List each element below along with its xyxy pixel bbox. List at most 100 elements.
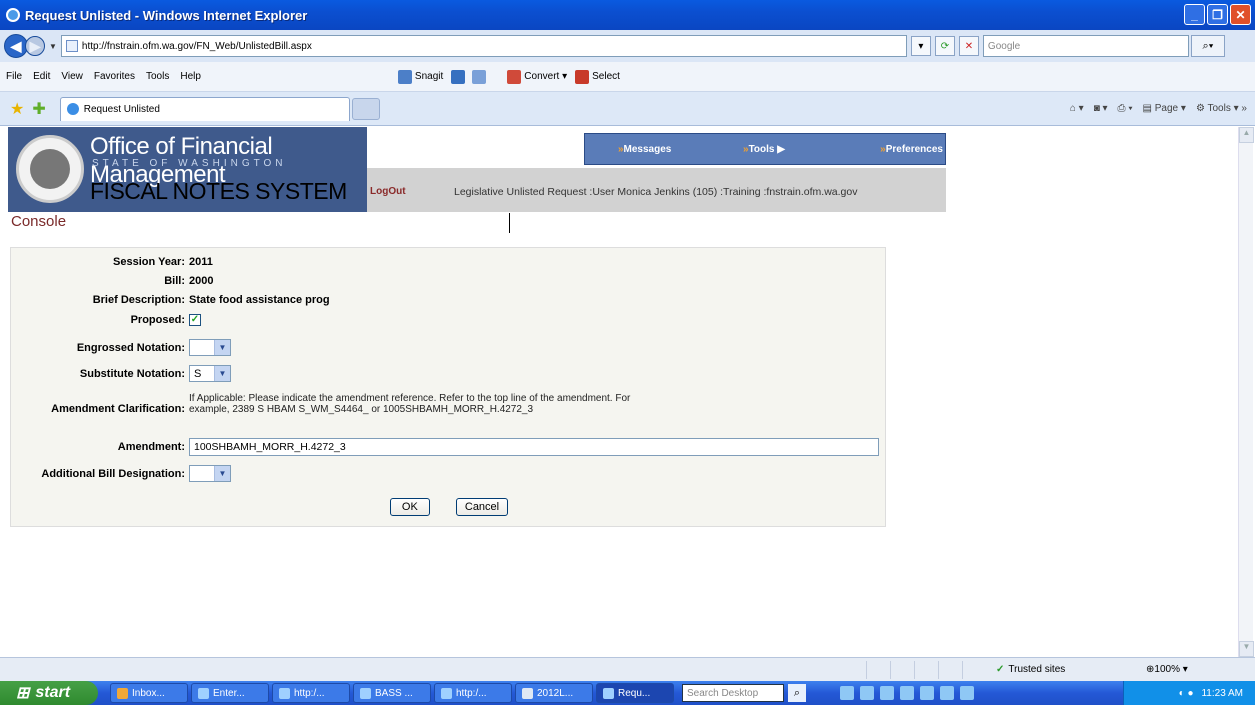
status-bar: ✓ Trusted sites ⊕100% ▾ [0, 657, 1255, 681]
page-title: Console [8, 213, 510, 233]
stop-icon[interactable]: ✕ [958, 36, 979, 56]
app-icon[interactable] [900, 686, 914, 700]
start-button[interactable]: ⊞ start [0, 681, 98, 705]
tab-request-unlisted[interactable]: Request Unlisted [59, 96, 350, 121]
editor-icon[interactable] [472, 69, 487, 84]
task-inbox[interactable]: Inbox... [110, 683, 188, 703]
additional-bill-designation-label: Additional Bill Designation: [41, 467, 185, 480]
print-icon[interactable]: ⎙ ▾ [1118, 103, 1133, 114]
task-http-1[interactable]: http:/... [272, 683, 350, 703]
forward-button[interactable]: ▶ [25, 36, 45, 56]
scroll-up-icon[interactable]: ▲ [1239, 127, 1254, 143]
vertical-scrollbar[interactable]: ▲ ▼ [1238, 127, 1254, 657]
amendment-input[interactable]: 100SHBAMH_MORR_H.4272_3 [189, 438, 879, 456]
command-bar: ⌂ ▾ ◙ ▾ ⎙ ▾ ▤ Page ▾ ⚙ Tools ▾ » [1070, 103, 1247, 114]
ie-window: Request Unlisted - Windows Internet Expl… [0, 0, 1255, 705]
task-enter[interactable]: Enter... [191, 683, 269, 703]
substitute-notation-label: Substitute Notation: [79, 367, 185, 380]
snagit-icon [397, 69, 412, 84]
menu-view[interactable]: View [61, 71, 83, 82]
tools-menu[interactable]: ⚙ Tools ▾ » [1196, 103, 1247, 114]
system-name: FISCAL NOTES SYSTEM [90, 178, 347, 204]
bill-label: Bill: [164, 275, 185, 287]
convert-label: Convert [524, 71, 560, 82]
security-zone: ✓ Trusted sites [996, 664, 1116, 675]
snagit-button[interactable]: Snagit [397, 69, 443, 84]
minimize-button[interactable]: _ [1184, 4, 1205, 25]
history-dropdown-icon[interactable]: ▼ [49, 42, 57, 51]
task-request-unlisted[interactable]: Requ... [596, 683, 674, 703]
logout-link[interactable]: LogOut [370, 186, 406, 197]
menu-tools[interactable]: Tools [146, 71, 169, 82]
new-tab-button[interactable] [351, 97, 380, 120]
nav-preferences[interactable]: »Preferences [824, 144, 945, 155]
url-text: http://fnstrain.ofm.wa.gov/FN_Web/Unlist… [81, 40, 312, 52]
media-icon[interactable] [920, 686, 934, 700]
outlook-icon[interactable] [860, 686, 874, 700]
tray-icons[interactable]: ◐ ● [1179, 688, 1194, 699]
menu-help[interactable]: Help [180, 71, 201, 82]
menu-file[interactable]: File [6, 71, 22, 82]
brief-description-label: Brief Description: [92, 294, 185, 306]
check-icon: ✓ [996, 664, 1005, 675]
address-input[interactable]: http://fnstrain.ofm.wa.gov/FN_Web/Unlist… [60, 35, 907, 57]
user-info: Legislative Unlisted Request :User Monic… [454, 186, 858, 198]
close-button[interactable]: ✕ [1230, 4, 1251, 25]
cancel-button[interactable]: Cancel [455, 498, 509, 516]
nav-tools[interactable]: »Tools ▶ [704, 144, 823, 155]
ie-quick-icon[interactable] [940, 686, 954, 700]
engrossed-notation-select[interactable]: ▼ [189, 339, 231, 356]
desktop-search-input[interactable]: Search Desktop [682, 684, 784, 702]
address-dropdown-button[interactable]: ▾ [910, 36, 931, 56]
task-2012l[interactable]: 2012L... [515, 683, 593, 703]
select-label: Select [592, 71, 620, 82]
site-header: Office of Financial Management STATE OF … [8, 127, 946, 212]
unlisted-request-form: Session Year: 2011 Bill: 2000 Brief Descri… [10, 247, 886, 527]
tab-row: ★ ✚ Request Unlisted ⌂ ▾ ◙ ▾ ⎙ ▾ ▤ Page … [0, 92, 1255, 126]
clock: 11:23 AM [1201, 687, 1243, 699]
title-bar: Request Unlisted - Windows Internet Expl… [0, 0, 1255, 30]
substitute-notation-select[interactable]: S ▼ [189, 365, 231, 382]
home-icon[interactable]: ⌂ ▾ [1070, 103, 1084, 114]
scroll-down-icon[interactable]: ▼ [1239, 641, 1254, 657]
quick-launch [840, 686, 974, 700]
top-nav: »Messages »Tools ▶ »Preferences [584, 133, 946, 165]
maximize-button[interactable]: ❐ [1207, 4, 1228, 25]
menu-favorites[interactable]: Favorites [94, 71, 135, 82]
proposed-checkbox[interactable]: ✓ [189, 314, 201, 326]
amendment-label: Amendment: [117, 441, 185, 453]
system-tray: ◐ ● 11:23 AM [1123, 681, 1255, 705]
task-http-2[interactable]: http:/... [434, 683, 512, 703]
task-bass[interactable]: BASS ... [353, 683, 431, 703]
feeds-icon[interactable]: ◙ ▾ [1094, 103, 1108, 114]
zoom-level: 100% [1154, 664, 1180, 675]
session-year-label: Session Year: [113, 256, 185, 268]
windows-logo-icon: ⊞ [16, 685, 30, 702]
chevron-down-icon: ▼ [214, 340, 230, 355]
form-buttons: OK Cancel [11, 498, 887, 516]
zoom-control[interactable]: ⊕100% ▾ [1146, 664, 1188, 675]
address-row: ◀ ▶ ▼ http://fnstrain.ofm.wa.gov/FN_Web/… [0, 30, 1255, 62]
nav-messages[interactable]: »Messages [585, 144, 704, 155]
capture-icon[interactable] [451, 69, 466, 84]
add-favorites-icon[interactable]: ✚ [32, 99, 45, 119]
page-menu[interactable]: ▤ Page ▾ [1143, 103, 1186, 114]
page-menu-label: Page [1154, 103, 1179, 114]
additional-bill-designation-select[interactable]: ▼ [189, 465, 231, 482]
mail-icon[interactable] [960, 686, 974, 700]
refresh-icon[interactable]: ⟳ [934, 36, 955, 56]
state-seal-icon [16, 135, 84, 203]
window-title: Request Unlisted - Windows Internet Expl… [25, 7, 308, 23]
ok-button[interactable]: OK [389, 498, 430, 516]
calculator-icon[interactable] [880, 686, 894, 700]
favorites-star-icon[interactable]: ★ [10, 99, 24, 119]
menu-edit[interactable]: Edit [33, 71, 50, 82]
substitute-notation-value: S [194, 367, 202, 380]
excel-icon[interactable] [840, 686, 854, 700]
select-button[interactable]: Select [575, 69, 620, 84]
convert-button[interactable]: Convert ▾ [507, 69, 567, 84]
desktop-search-icon[interactable]: ⌕ [788, 684, 806, 702]
select-icon [575, 69, 590, 84]
search-icon[interactable]: ⌕▾ [1190, 35, 1225, 57]
search-input[interactable]: Google [982, 35, 1189, 57]
